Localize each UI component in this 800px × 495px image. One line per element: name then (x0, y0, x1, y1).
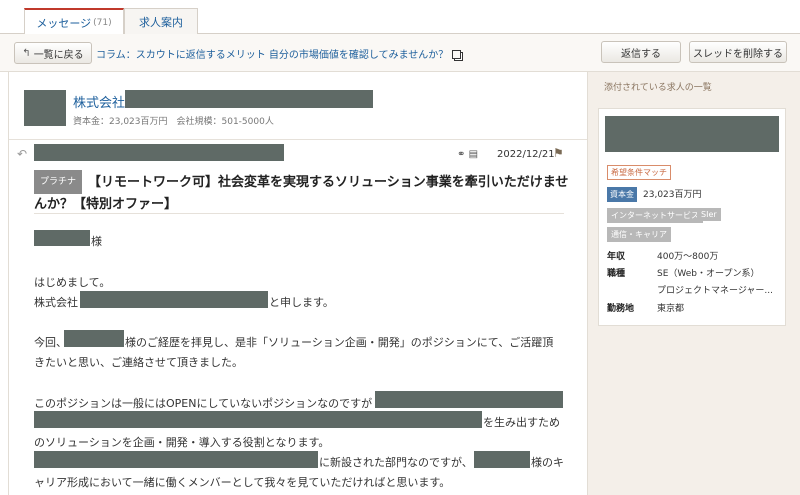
back-to-list-button[interactable]: ↰ 一覧に戻る (14, 42, 92, 64)
industry-tag: インターネットサービス (607, 208, 703, 223)
tab-bar: メッセージ (71) 求人案内 (0, 0, 800, 35)
redacted-job-title (605, 116, 779, 152)
company-logo (24, 90, 66, 126)
p3-line2-suffix: を生み出すため (483, 416, 560, 429)
reply-button-label: 返信する (621, 48, 661, 60)
salutation: 様 (91, 235, 102, 248)
tab-messages-label: メッセージ (36, 16, 92, 30)
delete-thread-label: スレッドを削除する (693, 48, 783, 60)
delete-thread-button[interactable]: スレッドを削除する (689, 41, 787, 63)
message-subject: プラチナ 【リモートワーク可】社会変革を実現するソリューション事業を牽引いただけま… (34, 170, 569, 216)
redacted-recipient (34, 230, 90, 246)
message-pane: 株式会社 資本金：23,023百万円 会社規模：501-5000人 ↶ ⚭ ▤ … (8, 72, 588, 495)
p3-line1: このポジションは一般にはOPENにしていないポジションなのですが (34, 397, 373, 410)
industry-tag: SIer (697, 208, 721, 221)
job-card[interactable]: 希望条件マッチ 資本金 23,023百万円 インターネットサービス SIer 通… (598, 108, 786, 326)
message-toolbar: ↰ 一覧に戻る コラム：スカウトに返信するメリット 自分の市場価値を確認してみま… (0, 34, 800, 72)
external-window-icon (452, 50, 462, 59)
reply-button[interactable]: 返信する (601, 41, 681, 63)
company-name[interactable]: 株式会社 (73, 92, 125, 111)
tab-messages[interactable]: メッセージ (71) (24, 8, 124, 35)
tab-messages-count: (71) (93, 17, 112, 28)
industry-tag: 通信・キャリア (607, 227, 671, 242)
company-meta: 資本金：23,023百万円 会社規模：501-5000人 (73, 117, 274, 127)
print-icon[interactable]: ▤ (469, 149, 478, 160)
greeting: はじめまして。 (34, 276, 111, 289)
paperclip-icon[interactable]: ⚭ (457, 149, 465, 160)
redacted-company-inline (80, 291, 268, 308)
reply-arrow-icon: ↶ (17, 147, 28, 161)
redacted-p3-c (34, 451, 318, 468)
detail-value: SE（Web・オープン系） (657, 269, 760, 279)
redacted-recipient-2 (64, 330, 124, 347)
attached-jobs-heading: 添付されている求人の一覧 (604, 83, 712, 93)
redacted-company-name (125, 90, 373, 108)
company-name-prefix: 株式会社 (73, 96, 126, 111)
p3-line5: ャリア形成において一緒に働くメンバーとして我々を見ていただければと思います。 (34, 476, 451, 489)
redacted-p3-b (34, 411, 482, 428)
back-to-list-label: 一覧に戻る (33, 49, 84, 61)
column-link[interactable]: コラム：スカウトに返信するメリット 自分の市場価値を確認してみませんか？ (96, 46, 462, 61)
detail-key: 職種 (607, 269, 626, 279)
back-arrow-icon: ↰ (22, 47, 31, 59)
detail-key: 年収 (607, 252, 626, 262)
flag-icon[interactable]: ⚑ (553, 146, 564, 160)
capital-tag: 資本金 (607, 187, 637, 202)
company-header: 株式会社 資本金：23,023百万円 会社規模：501-5000人 (9, 72, 587, 140)
platinum-badge: プラチナ (34, 170, 83, 194)
match-tag: 希望条件マッチ (607, 165, 671, 180)
detail-value: プロジェクトマネージャー... (657, 286, 773, 296)
tab-job-guide-label: 求人案内 (139, 16, 183, 29)
attachment-print-icons: ⚭ ▤ (457, 149, 478, 160)
intro-suffix: と申します。 (269, 296, 334, 309)
capital-value: 23,023百万円 (643, 190, 702, 200)
redacted-recipient-3 (474, 451, 530, 468)
redacted-p3-a (375, 391, 563, 408)
detail-key: 勤務地 (607, 304, 635, 314)
p3-line4-mid: に新設された部門なのですが、 (319, 456, 473, 469)
intro-prefix: 株式会社 (34, 296, 78, 309)
p2-line2: きたいと思い、ご連絡させて頂きました。 (34, 356, 243, 369)
attached-jobs-panel: 添付されている求人の一覧 希望条件マッチ 資本金 23,023百万円 インターネ… (588, 72, 800, 495)
p3-line4-suffix: 様のキ (531, 456, 564, 469)
p2-suffix: 様のご経歴を拝見し、是非「ソリューション企画・開発」のポジションにて、ご活躍頂 (125, 336, 554, 349)
p2-prefix: 今回、 (34, 336, 67, 349)
subject-text: 【リモートワーク可】社会変革を実現するソリューション事業を牽引いただけませんか？… (34, 175, 569, 212)
tab-job-guide[interactable]: 求人案内 (124, 8, 198, 35)
detail-value: 400万〜800万 (657, 252, 719, 262)
column-link-text: コラム：スカウトに返信するメリット 自分の市場価値を確認してみませんか？ (96, 50, 449, 61)
subject-divider (34, 213, 564, 214)
message-date: 2022/12/21 (497, 149, 555, 160)
redacted-sender (34, 144, 284, 161)
detail-value: 東京都 (657, 304, 685, 314)
message-header: ↶ ⚭ ▤ 2022/12/21 ⚑ (9, 140, 587, 170)
p3-line3: のソリューションを企画・開発・導入する役割となります。 (34, 436, 330, 449)
